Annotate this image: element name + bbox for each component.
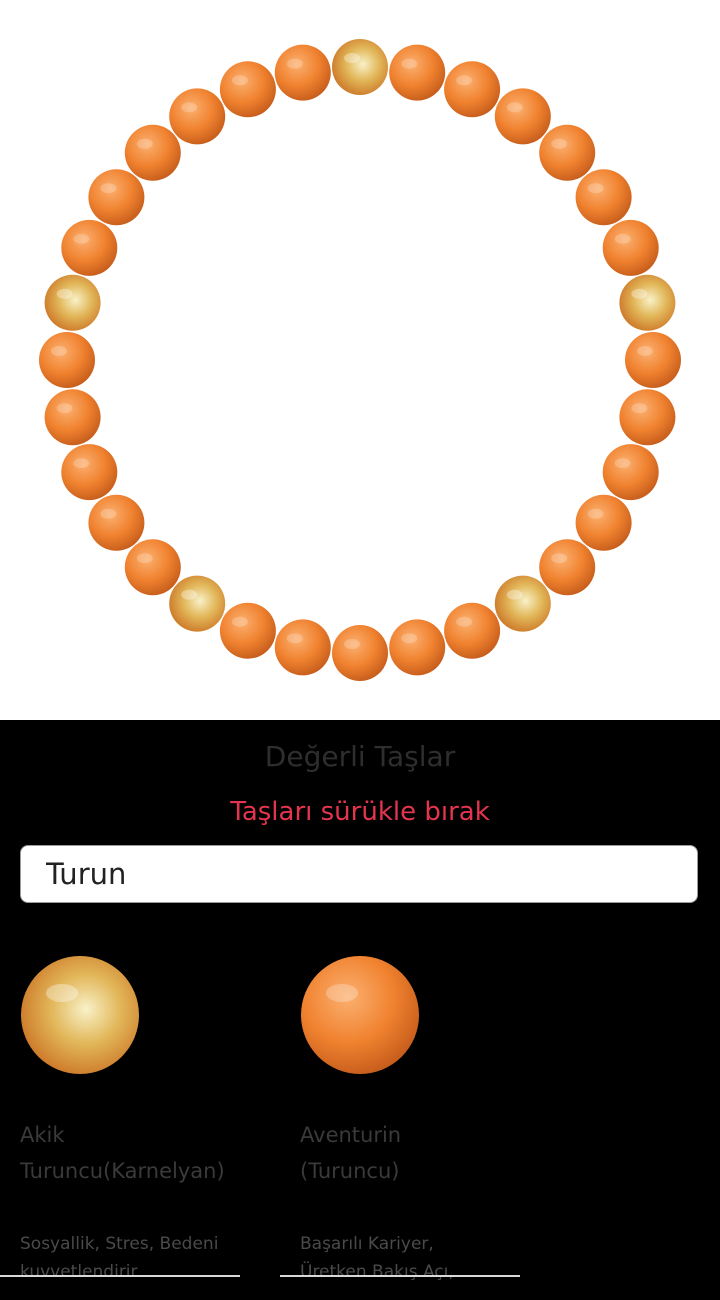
card-divider: [280, 1275, 520, 1277]
stone-name: Akik Turuncu(Karnelyan): [20, 1117, 250, 1189]
bracelet-bead-aventurin[interactable]: [39, 332, 95, 388]
bracelet-bead-aventurin[interactable]: [625, 332, 681, 388]
bracelet-bead-aventurin[interactable]: [169, 88, 226, 145]
stone-desc-line: Sosyallik, Stres, Bedeni: [20, 1234, 219, 1254]
stone-card-akik[interactable]: Akik Turuncu(Karnelyan) Sosyallik, Stres…: [0, 955, 240, 1282]
bracelet-bead-aventurin[interactable]: [619, 389, 676, 446]
bracelet-bead-aventurin[interactable]: [389, 619, 446, 676]
bracelet-canvas[interactable]: [0, 0, 720, 720]
bracelet-bead-aventurin[interactable]: [61, 219, 118, 276]
bracelet-bead-aventurin[interactable]: [444, 602, 501, 659]
bracelet-bead-aventurin[interactable]: [274, 619, 331, 676]
bracelet-bead-akik[interactable]: [332, 39, 388, 95]
bracelet-bead-aventurin[interactable]: [389, 44, 446, 101]
bracelet-bead-aventurin[interactable]: [575, 494, 632, 551]
bracelet-bead-aventurin[interactable]: [444, 61, 501, 118]
bracelet-bead-aventurin[interactable]: [88, 494, 145, 551]
panel-title: Değerli Taşlar: [264, 740, 456, 773]
aventurine-stone-icon[interactable]: [300, 955, 420, 1075]
bracelet-bead-aventurin[interactable]: [274, 44, 331, 101]
card-divider: [0, 1275, 240, 1277]
bracelet-bead-aventurin[interactable]: [602, 444, 659, 501]
bracelet-preview[interactable]: [0, 0, 720, 720]
bracelet-bead-aventurin[interactable]: [88, 169, 145, 226]
stone-desc-line: Başarılı Kariyer,: [300, 1234, 434, 1254]
bracelet-bead-aventurin[interactable]: [124, 124, 181, 181]
bracelet-bead-aventurin[interactable]: [61, 444, 118, 501]
bracelet-bead-aventurin[interactable]: [539, 124, 596, 181]
bracelet-bead-aventurin[interactable]: [219, 61, 276, 118]
bracelet-bead-aventurin[interactable]: [44, 389, 101, 446]
drag-drop-hint: Taşları sürükle bırak: [230, 797, 490, 827]
bracelet-bead-aventurin[interactable]: [494, 88, 551, 145]
stone-card-aventurin[interactable]: Aventurin (Turuncu) Başarılı Kariyer, Ür…: [280, 955, 520, 1282]
stone-name-line: Akik: [20, 1123, 65, 1147]
stone-panel: Değerli Taşlar Taşları sürükle bırak Aki…: [0, 720, 720, 1300]
bracelet-bead-akik[interactable]: [494, 575, 551, 632]
search-input[interactable]: [20, 845, 698, 903]
bracelet-bead-aventurin[interactable]: [602, 219, 659, 276]
bracelet-bead-aventurin[interactable]: [539, 539, 596, 596]
stone-name-line: Turuncu(Karnelyan): [20, 1159, 225, 1183]
bracelet-bead-akik[interactable]: [169, 575, 226, 632]
stone-description: Sosyallik, Stres, Bedeni kuvvetlendirir: [20, 1230, 250, 1286]
stone-name-line: (Turuncu): [300, 1159, 400, 1183]
bracelet-bead-akik[interactable]: [44, 274, 101, 331]
stone-desc-line: Üretken Bakış Açı,: [300, 1262, 454, 1282]
stone-name-line: Aventurin: [300, 1123, 402, 1147]
stone-name: Aventurin (Turuncu): [300, 1117, 530, 1189]
bracelet-bead-aventurin[interactable]: [575, 169, 632, 226]
agate-stone-icon[interactable]: [20, 955, 140, 1075]
bracelet-bead-aventurin[interactable]: [332, 625, 388, 681]
bracelet-bead-aventurin[interactable]: [219, 602, 276, 659]
bracelet-bead-aventurin[interactable]: [124, 539, 181, 596]
stone-description: Başarılı Kariyer, Üretken Bakış Açı,: [300, 1230, 530, 1286]
bracelet-bead-akik[interactable]: [619, 274, 676, 331]
stone-desc-line: kuvvetlendirir: [20, 1262, 138, 1282]
